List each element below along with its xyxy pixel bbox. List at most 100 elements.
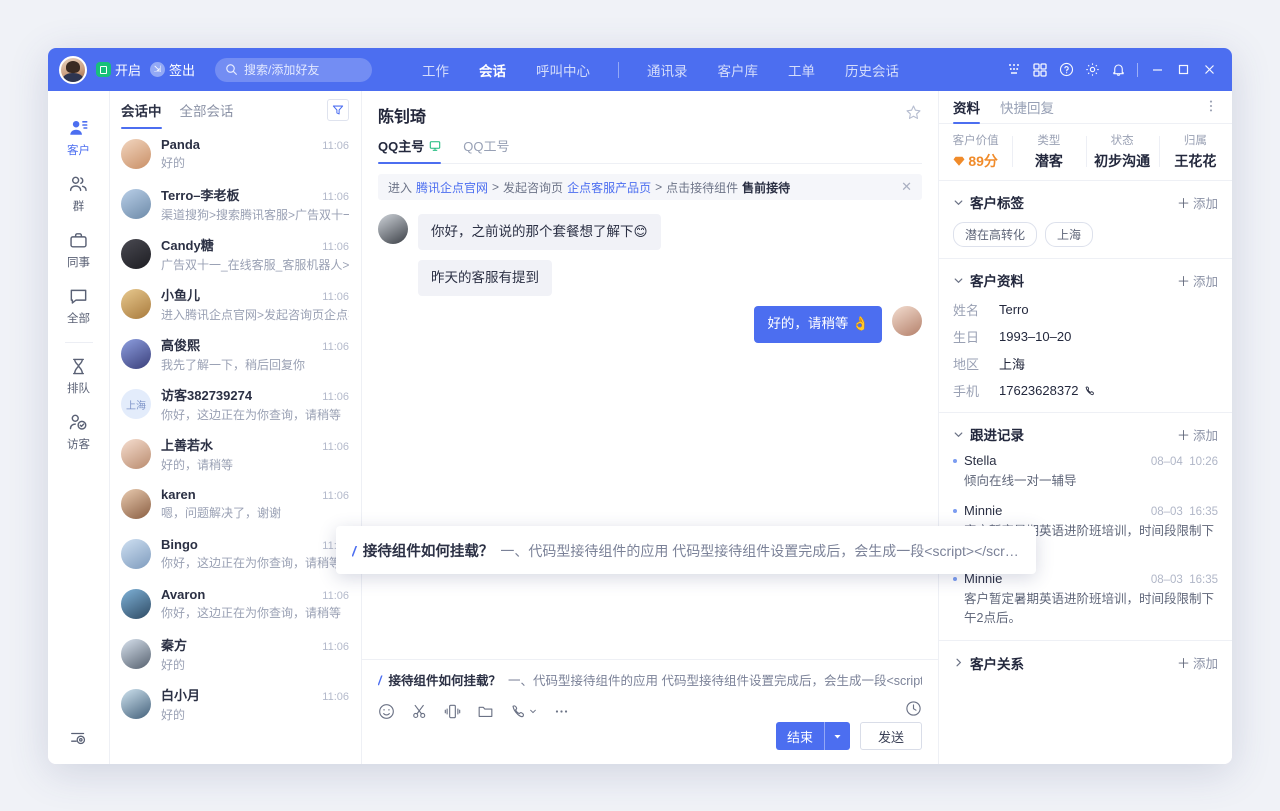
nav-tab-contacts[interactable]: 通讯录 [632,60,703,80]
quick-reply-suggestion-popup[interactable]: / 接待组件如何挂载？ 一、代码型接待组件的应用 代码型接待组件设置完成后，会生… [336,526,1036,574]
conversation-time: 11:06 [322,490,349,502]
add-tag-button[interactable]: ＋ 添加 [1177,193,1218,212]
phone-icon[interactable] [510,703,537,720]
conversation-name: Candy糖 [161,238,214,253]
right-panel-more-icon[interactable] [1204,99,1218,116]
breadcrumb-link-site[interactable]: 腾讯企点官网 [416,179,488,196]
gear-icon[interactable] [1079,57,1105,83]
list-item[interactable]: 小鱼儿 11:06 进入腾讯企点官网>发起咨询页企点客服产 [110,279,361,329]
help-icon[interactable] [1053,57,1079,83]
end-session-button[interactable]: 结束 [775,722,850,750]
signout-button[interactable]: ⇲ 签出 [150,60,195,79]
shake-icon[interactable] [444,703,461,720]
avatar [121,589,151,619]
phone-icon[interactable] [1084,385,1096,397]
conversation-preview: 你好，这边正在为你查询，请稍等 [161,556,342,570]
nav-tab-tickets[interactable]: 工单 [773,60,830,80]
tab-quick-reply[interactable]: 快捷回复 [1000,91,1054,123]
status-label: 开启 [115,63,142,78]
emoji-icon[interactable] [378,703,395,720]
list-item[interactable]: Candy糖 11:06 广告双十一_在线客服_客服机器人>进入腾 [110,229,361,279]
list-item[interactable]: 秦方 11:06 好的 [110,629,361,679]
list-item[interactable]: 白小月 11:06 好的 [110,679,361,729]
minimize-button[interactable] [1144,57,1170,83]
list-item[interactable]: 上善若水 11:06 好的，请稍等 [110,429,361,479]
bell-icon[interactable] [1105,57,1131,83]
more-icon[interactable] [553,703,570,720]
add-relation-button[interactable]: ＋ 添加 [1177,653,1218,672]
sidebar-item-customer[interactable]: 客户 [48,109,110,165]
favorite-star-button[interactable] [905,104,922,126]
sidebar-label-visitor: 访客 [67,439,90,451]
end-session-dropdown[interactable] [823,722,850,750]
tag-item[interactable]: 上海 [1045,222,1094,247]
tab-qq-worker[interactable]: QQ工号 [463,136,509,163]
status-toggle[interactable]: 开启 [96,60,141,79]
composer-input[interactable]: / 接待组件如何挂载？ 一、代码型接待组件的应用 代码型接待组件设置完成后，会生… [378,670,922,689]
list-item[interactable]: Avaron 11:06 你好，这边正在为你查询，请稍等 [110,579,361,629]
apps-grid-icon[interactable] [1027,57,1053,83]
breadcrumb-close-icon[interactable]: ✕ [901,179,912,195]
nav-tab-session[interactable]: 会话 [464,60,521,80]
chat-bubble-icon [70,289,87,304]
nav-tab-customerbase[interactable]: 客户库 [703,60,774,80]
tab-profile[interactable]: 资料 [953,91,980,124]
search-placeholder: 搜索/添加好友 [244,63,320,77]
nav-tab-callcenter[interactable]: 呼叫中心 [521,60,605,80]
plus-icon: ＋ [1176,427,1190,443]
nav-tab-work[interactable]: 工作 [407,60,464,80]
tab-qq-main[interactable]: QQ主号 [378,136,442,164]
list-item[interactable]: Bingo 11:06 你好，这边正在为你查询，请稍等 [110,529,361,579]
sidebar-label-group: 群 [72,201,85,213]
user-avatar[interactable] [59,55,87,84]
breadcrumb-prefix: 进入 [388,180,413,195]
chevron-right-icon[interactable] [953,657,964,668]
end-session-label: 结束 [786,729,813,745]
section-title: 客户关系 [970,656,1024,672]
app-body: 客户 群 同事 全部 排队 访客 会话中 全部会话 Panda 11:06 好的… [48,91,1232,764]
list-item[interactable]: 上海 访客382739274 11:06 你好，这边正在为你查询，请稍等 [110,379,361,429]
maximize-button[interactable] [1170,57,1196,83]
scissors-icon[interactable] [411,703,428,720]
sidebar-item-queue[interactable]: 排队 [48,347,110,403]
list-item[interactable]: Panda 11:06 好的 [110,129,361,179]
conversation-time: 11:06 [322,391,349,403]
conversation-list: 会话中 全部会话 Panda 11:06 好的 Terro–李老板 11:06 … [110,91,362,764]
sidebar-label-customer: 客户 [67,145,90,157]
filter-button[interactable] [327,99,349,121]
popup-title: 接待组件如何挂载？ [362,543,494,560]
plus-icon: ＋ [1176,273,1190,289]
breadcrumb-link-product[interactable]: 企点客服产品页 [567,179,651,196]
folder-icon[interactable] [477,703,494,720]
followup-date: 08–04 [1150,456,1183,468]
list-item[interactable]: Terro–李老板 11:06 渠道搜狗>搜索腾讯客服>广告双十一_在线 [110,179,361,229]
tag-item[interactable]: 潜在高转化 [953,222,1038,247]
dialpad-icon[interactable] [1001,57,1027,83]
briefcase-icon [70,233,87,248]
sidebar-item-colleague[interactable]: 同事 [48,221,110,277]
chevron-down-icon[interactable] [953,429,964,440]
sidebar-item-all[interactable]: 全部 [48,277,110,333]
tab-all-sessions[interactable]: 全部会话 [180,91,234,129]
close-button[interactable] [1196,57,1222,83]
nav-divider [618,61,620,78]
page-title: 陈钊琦 [378,109,427,126]
slash-prefix: / [378,674,382,688]
chevron-down-icon[interactable] [953,275,964,286]
list-item[interactable]: 高俊熙 11:06 我先了解一下，稍后回复你 [110,329,361,379]
list-item[interactable]: karen 11:06 嗯，问题解决了，谢谢 [110,479,361,529]
chevron-down-icon [530,709,536,714]
sidebar-item-visitor[interactable]: 访客 [48,403,110,459]
send-button[interactable]: 发送 [859,722,922,750]
tab-active-sessions[interactable]: 会话中 [121,91,162,129]
rail-settings-button[interactable] [48,719,110,764]
add-profile-button[interactable]: ＋ 添加 [1177,271,1218,290]
nav-tab-history[interactable]: 历史会话 [830,60,914,80]
filter-icon [332,105,344,115]
chevron-down-icon[interactable] [953,197,964,208]
search-input[interactable]: 搜索/添加好友 [215,57,373,82]
sidebar-item-group[interactable]: 群 [48,165,110,221]
history-clock-icon[interactable] [905,700,922,722]
add-followup-button[interactable]: ＋ 添加 [1177,425,1218,444]
followup-timestamp: 08–04 10:26 [1151,456,1218,468]
